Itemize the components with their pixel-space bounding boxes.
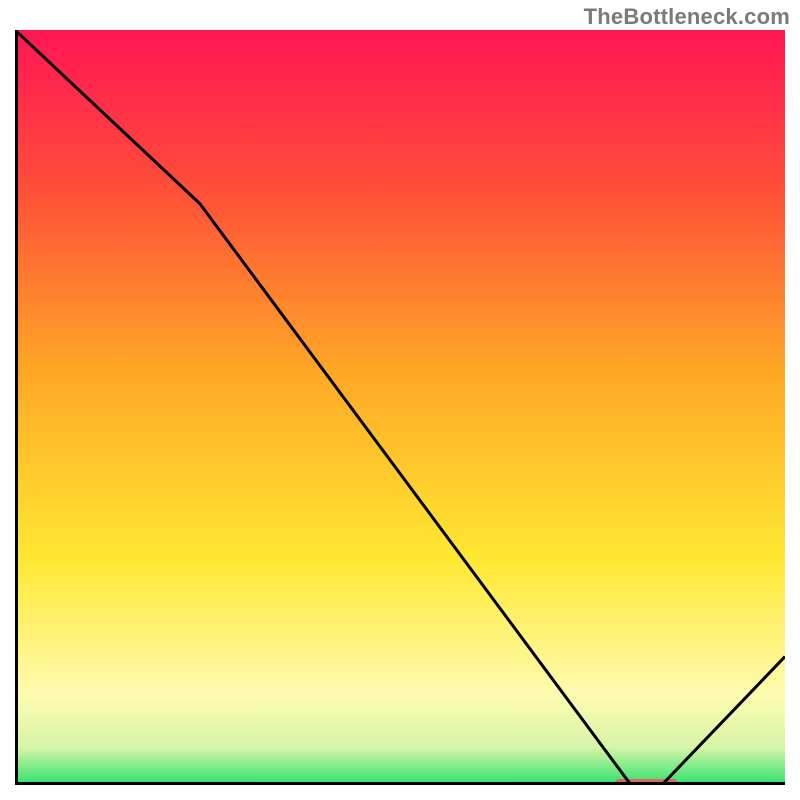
- chart-container: TheBottleneck.com: [0, 0, 800, 800]
- watermark-text: TheBottleneck.com: [584, 4, 790, 30]
- plot-background: [15, 30, 785, 785]
- plot-frame: [15, 30, 785, 785]
- chart-svg: [15, 30, 785, 785]
